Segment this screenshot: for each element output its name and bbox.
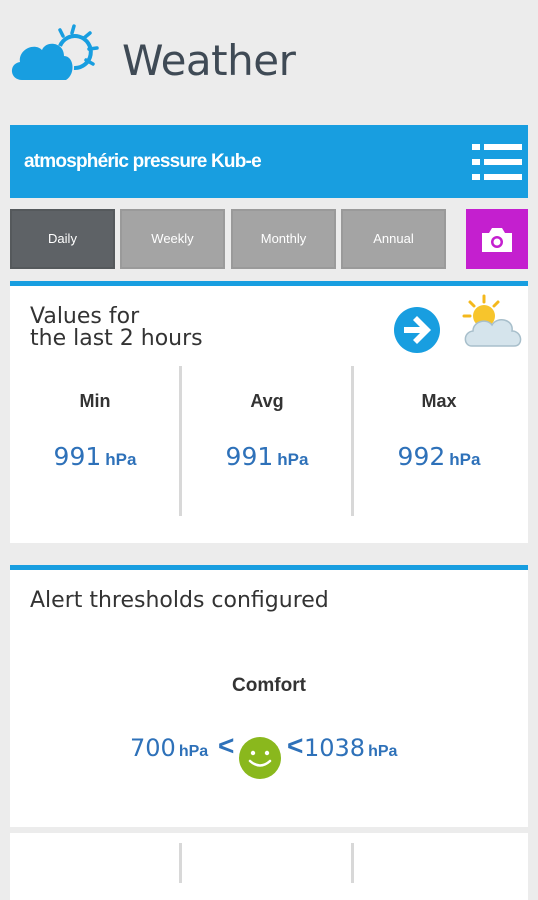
alerts-card: Alert thresholds configured Comfort 700 h… (10, 565, 528, 827)
tab-daily[interactable]: Daily (10, 209, 115, 269)
stat-min-label: Min (79, 391, 111, 411)
values-card-title: Values for the last 2 hours (30, 306, 203, 350)
arrow-right-circle-icon[interactable] (393, 306, 441, 354)
camera-icon (482, 228, 512, 252)
low-threshold-value: 700 (130, 734, 176, 762)
comfort-label: Comfort (232, 675, 306, 696)
less-than-symbol: < (218, 730, 235, 761)
cloud-sun-icon (11, 24, 99, 80)
stat-max-value: 992 hPa (354, 442, 524, 471)
values-title-line1: Values for (30, 304, 140, 329)
alerts-card-title: Alert thresholds configured (30, 588, 329, 613)
stat-min-unit: hPa (105, 450, 137, 469)
stat-min: Min 991 hPa (10, 366, 180, 516)
divider (351, 843, 354, 883)
tab-monthly[interactable]: Monthly (231, 209, 336, 269)
stat-max-label: Max (421, 391, 457, 411)
tab-weekly[interactable]: Weekly (120, 209, 225, 269)
menu-list-icon[interactable] (472, 141, 524, 183)
divider (179, 843, 182, 883)
sensor-title: atmosphéric pressure Kub-e (24, 151, 262, 172)
stat-avg-unit: hPa (277, 450, 309, 469)
high-threshold-value: 1038 (304, 734, 366, 762)
stat-max-unit: hPa (449, 450, 481, 469)
high-threshold-unit: hPa (368, 743, 398, 760)
threshold-row: 700 hPa < < 1038 hPa (10, 722, 528, 782)
stat-avg-value: 991 hPa (182, 442, 352, 471)
values-title-line2: the last 2 hours (30, 326, 203, 351)
less-than-symbol: < (287, 730, 304, 761)
sun-behind-cloud-icon (462, 294, 522, 347)
title-bar: atmosphéric pressure Kub-e (10, 125, 528, 198)
stat-max: Max 992 hPa (354, 366, 524, 516)
app-header: Weather (0, 0, 538, 120)
values-card: Values for the last 2 hours Min 991 hPa A… (10, 281, 528, 543)
stat-avg: Avg 991 hPa (182, 366, 352, 516)
stat-avg-number: 991 (225, 442, 274, 471)
tab-annual[interactable]: Annual (341, 209, 446, 269)
app-title: Weather (122, 36, 296, 85)
camera-button[interactable] (466, 209, 528, 269)
low-threshold-unit: hPa (178, 743, 209, 760)
high-threshold: 1038 hPa (304, 734, 397, 762)
stat-min-number: 991 (53, 442, 102, 471)
stat-max-number: 992 (397, 442, 446, 471)
stat-avg-label: Avg (250, 391, 284, 411)
low-threshold: 700 hPa (130, 734, 208, 762)
next-card (10, 833, 528, 900)
stat-min-value: 991 hPa (10, 442, 180, 471)
smiley-face-icon (239, 737, 281, 779)
